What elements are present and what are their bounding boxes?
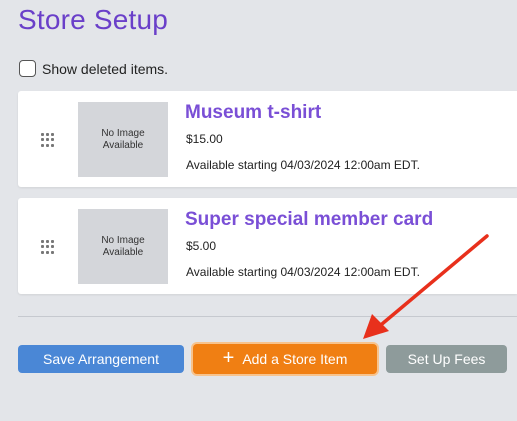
item-thumbnail: No Image Available [78, 102, 168, 177]
drag-handle-icon[interactable] [41, 133, 54, 147]
page-title: Store Setup [18, 4, 169, 35]
item-price: $5.00 [186, 239, 217, 253]
store-item-card[interactable]: No Image Available Museum t-shirt $15.00… [18, 91, 517, 187]
item-name[interactable]: Museum t-shirt [185, 102, 321, 124]
show-deleted-label: Show deleted items. [42, 60, 169, 77]
show-deleted-toggle[interactable]: Show deleted items. [19, 60, 168, 77]
store-item-card[interactable]: No Image Available Super special member … [18, 198, 517, 294]
show-deleted-checkbox[interactable] [19, 60, 36, 77]
item-thumbnail: No Image Available [78, 209, 168, 284]
divider [18, 316, 517, 317]
item-availability: Available starting 04/03/2024 12:00am ED… [186, 158, 420, 172]
add-store-item-button[interactable]: + Add a Store Item [193, 344, 377, 374]
item-name[interactable]: Super special member card [185, 209, 433, 231]
set-up-fees-label: Set Up Fees [407, 351, 486, 367]
save-arrangement-label: Save Arrangement [43, 351, 159, 367]
item-price: $15.00 [186, 132, 223, 146]
save-arrangement-button[interactable]: Save Arrangement [18, 345, 184, 373]
item-availability: Available starting 04/03/2024 12:00am ED… [186, 265, 420, 279]
plus-icon: + [222, 347, 235, 369]
add-store-item-label: Add a Store Item [242, 351, 348, 367]
drag-handle-icon[interactable] [41, 240, 54, 254]
set-up-fees-button[interactable]: Set Up Fees [386, 345, 507, 373]
